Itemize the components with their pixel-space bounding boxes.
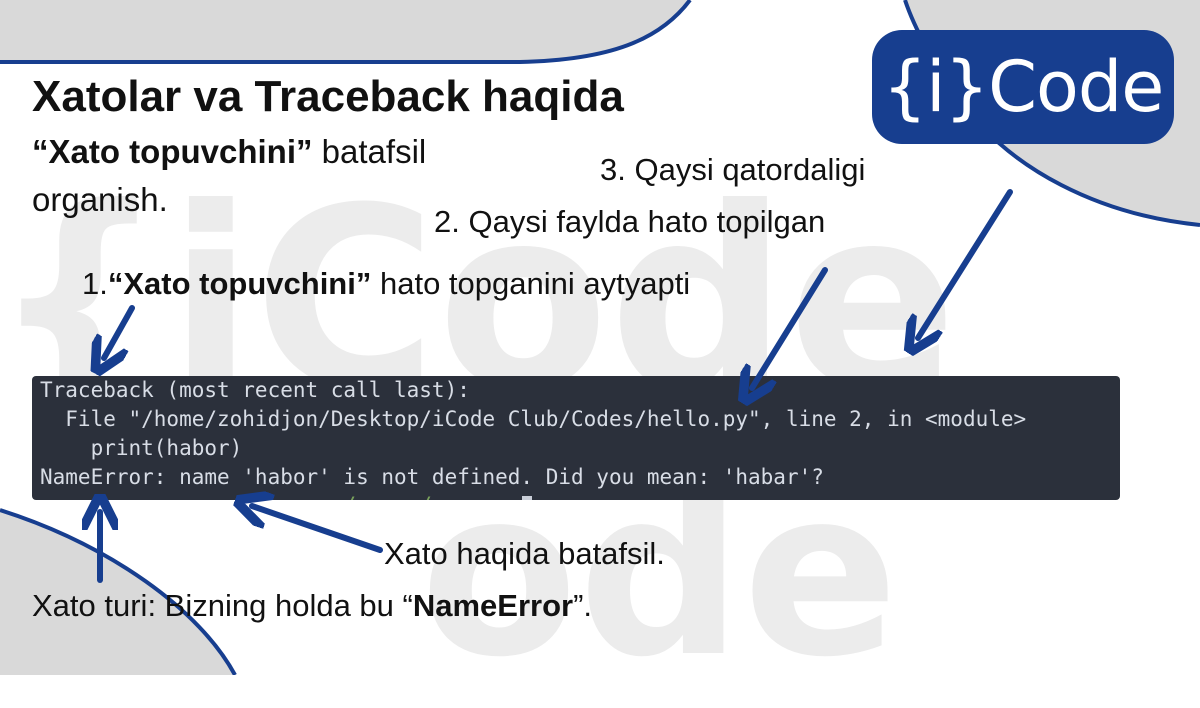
annotation-1-error-finder: 1.“Xato topuvchini” hato topganini aytya… [82,266,690,302]
annotation-2-file: 2. Qaysi faylda hato topilgan [434,204,826,239]
terminal-prompt-cut: ········ ·····/······/·····/····· [40,493,533,500]
error-type-prefix: Xato turi: Bizning holda bu “ [32,588,413,623]
error-type-suffix: ”. [573,588,593,623]
error-type-bold: NameError [412,588,574,623]
subtitle-bold: “Xato topuvchini” [32,133,313,170]
icode-logo: {i}Code [872,30,1174,144]
traceback-line-3: print(habor) [40,436,243,460]
traceback-line-4: NameError: name 'habor' is not defined. … [40,465,824,489]
annotation-3-line: 3. Qaysi qatordaligi [600,152,866,187]
annotation-error-type: Xato turi: Bizning holda bu “NameError”. [32,588,592,624]
annotation-1-rest: hato topganini aytyapti [371,266,691,301]
annotation-1-number: 1. [82,266,108,301]
terminal-output: Traceback (most recent call last): File … [32,376,1120,500]
annotation-detail: Xato haqida batafsil. [384,536,665,571]
annotation-1-bold: “Xato topuvchini” [107,266,372,301]
traceback-line-2: File "/home/zohidjon/Desktop/iCode Club/… [40,407,1027,431]
traceback-line-1: Traceback (most recent call last): [40,378,470,402]
page-title: Xatolar va Traceback haqida [32,72,624,121]
terminal-cursor [522,496,533,500]
